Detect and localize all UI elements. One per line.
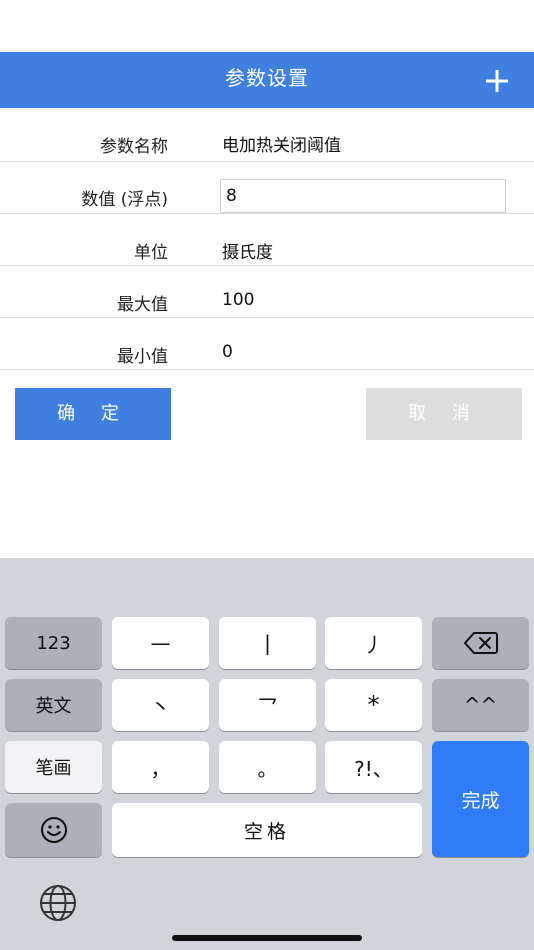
unit-value: 摄氏度: [222, 243, 273, 263]
done-key[interactable]: 完成: [432, 741, 529, 857]
key-emoticon[interactable]: ^^: [432, 679, 529, 731]
unit-label: 单位: [134, 243, 168, 263]
row-value-float: 数值 (浮点): [0, 162, 534, 214]
cancel-button[interactable]: 取 消: [366, 388, 522, 440]
backspace-icon: [463, 632, 498, 654]
key-stroke-mode[interactable]: 笔画: [5, 741, 102, 793]
row-param-name: 参数名称 电加热关闭阈值: [0, 110, 534, 162]
value-float-label: 数值 (浮点): [81, 190, 168, 210]
key-asterisk[interactable]: *: [325, 679, 422, 731]
key-period[interactable]: 。: [219, 741, 316, 793]
key-space[interactable]: 空格: [112, 803, 422, 857]
key-punctuation[interactable]: ?!、: [325, 741, 422, 793]
confirm-button[interactable]: 确 定: [15, 388, 171, 440]
key-comma[interactable]: ，: [112, 741, 209, 793]
row-unit: 单位 摄氏度: [0, 214, 534, 266]
key-stroke-left-falling[interactable]: 丿: [325, 617, 422, 669]
max-value: 100: [222, 290, 255, 310]
key-123[interactable]: 123: [5, 617, 102, 669]
param-name-value: 电加热关闭阈值: [222, 136, 341, 156]
globe-button[interactable]: [38, 883, 78, 923]
status-bar: [0, 0, 534, 52]
key-english[interactable]: 英文: [5, 679, 102, 731]
home-indicator: [172, 935, 362, 941]
emoji-icon: [40, 817, 67, 843]
param-name-label: 参数名称: [100, 137, 168, 157]
add-button[interactable]: [482, 66, 512, 96]
page-title: 参数设置: [225, 66, 309, 90]
key-stroke-turning[interactable]: 乛: [219, 679, 316, 731]
plus-icon: [486, 70, 508, 92]
key-emoji[interactable]: [5, 803, 102, 857]
globe-icon: [40, 885, 76, 921]
min-label: 最小值: [117, 347, 168, 367]
key-stroke-horizontal[interactable]: —: [112, 617, 209, 669]
max-label: 最大值: [117, 295, 168, 315]
key-stroke-dot[interactable]: 丶: [112, 679, 209, 731]
keyboard: 123 — | 丿 英文 丶 乛 * ^^ 笔画 ， 。 ?!、 完成 空格: [0, 558, 534, 950]
nav-bar: 参数设置: [0, 52, 534, 108]
row-max: 最大值 100: [0, 266, 534, 318]
key-stroke-vertical[interactable]: |: [219, 617, 316, 669]
row-min: 最小值 0: [0, 318, 534, 370]
key-backspace[interactable]: [432, 617, 529, 669]
value-float-input[interactable]: [220, 179, 506, 213]
min-value: 0: [222, 342, 233, 362]
